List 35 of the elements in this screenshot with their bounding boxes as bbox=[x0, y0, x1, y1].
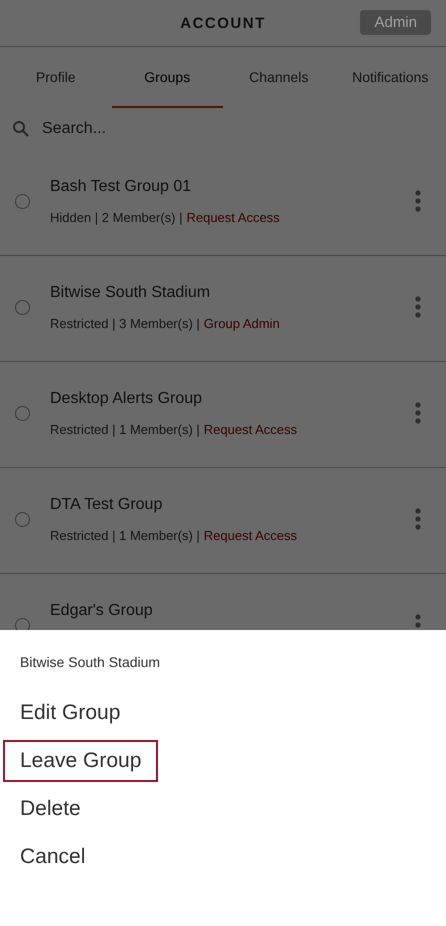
radio-button[interactable] bbox=[15, 512, 30, 527]
group-details: Restricted | 1 Member(s) | bbox=[50, 528, 200, 543]
search-icon bbox=[12, 120, 30, 138]
group-name: DTA Test Group bbox=[50, 496, 164, 514]
screen-title: ACCOUNT bbox=[180, 14, 266, 32]
group-action-link[interactable]: Group Admin bbox=[204, 316, 280, 331]
group-details: Restricted | 1 Member(s) | bbox=[50, 422, 200, 437]
sheet-option[interactable]: Delete bbox=[3, 788, 98, 830]
tab[interactable]: Channels bbox=[223, 47, 334, 108]
more-icon[interactable] bbox=[415, 402, 421, 424]
more-icon[interactable] bbox=[415, 296, 421, 318]
radio-button[interactable] bbox=[15, 406, 30, 421]
tab[interactable]: Groups bbox=[112, 47, 223, 108]
group-name: Bitwise South Stadium bbox=[50, 284, 212, 302]
radio-button[interactable] bbox=[15, 300, 30, 315]
more-icon[interactable] bbox=[415, 508, 421, 530]
radio-button[interactable] bbox=[15, 194, 30, 209]
group-action-link[interactable]: Request Access bbox=[186, 210, 280, 225]
group-name: Edgar's Group bbox=[50, 602, 154, 620]
sheet-option[interactable]: Edit Group bbox=[3, 692, 138, 734]
more-icon[interactable] bbox=[415, 614, 421, 630]
more-icon[interactable] bbox=[415, 190, 421, 212]
sheet-option[interactable]: Cancel bbox=[3, 836, 102, 878]
sheet-title: Bitwise South Stadium bbox=[20, 654, 162, 670]
search-field[interactable]: Search... bbox=[40, 119, 434, 139]
tab[interactable]: Profile bbox=[0, 47, 112, 108]
group-details: Hidden | 2 Member(s) | bbox=[50, 210, 182, 225]
sheet-option[interactable]: Leave Group bbox=[3, 740, 158, 782]
group-details: Restricted | 3 Member(s) | bbox=[50, 316, 200, 331]
admin-button[interactable]: Admin bbox=[360, 10, 431, 35]
group-action-link[interactable]: Request Access bbox=[204, 422, 298, 437]
group-name: Desktop Alerts Group bbox=[50, 390, 204, 408]
group-name: Bash Test Group 01 bbox=[50, 178, 192, 196]
group-action-link[interactable]: Request Access bbox=[204, 528, 298, 543]
tab[interactable]: Notifications bbox=[334, 47, 446, 108]
